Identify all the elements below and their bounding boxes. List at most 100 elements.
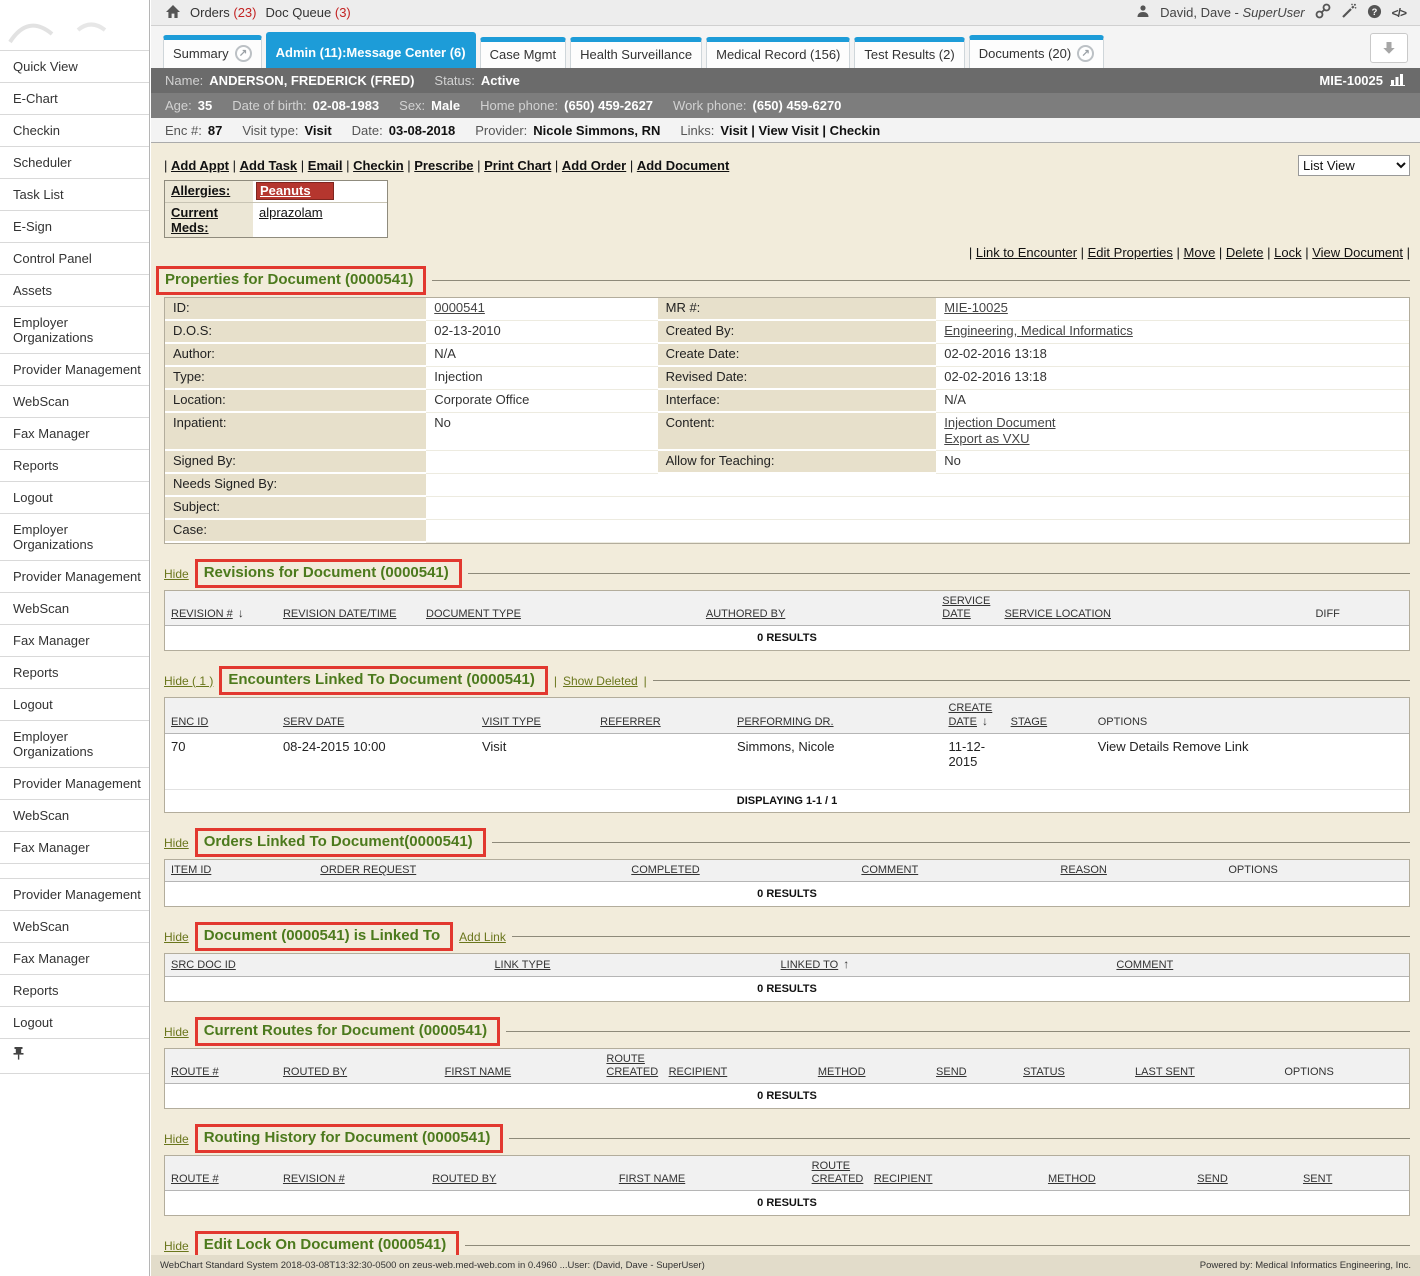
sidebar-item-e-chart[interactable]: E-Chart	[0, 83, 149, 115]
sort-link-send[interactable]: SEND	[1197, 1173, 1228, 1185]
sort-link-service-date[interactable]: SERVICE DATE	[942, 595, 990, 620]
doc-action-delete[interactable]: Delete	[1226, 245, 1264, 260]
encounters-show-deleted-link[interactable]: Show Deleted	[563, 674, 638, 688]
sort-link-serv-date[interactable]: SERV DATE	[283, 716, 344, 728]
action-add-task[interactable]: Add Task	[240, 158, 298, 173]
sort-link-comment[interactable]: COMMENT	[1116, 959, 1173, 971]
allergies-link[interactable]: Allergies:	[171, 183, 230, 198]
sidebar-pin-button[interactable]	[0, 1039, 149, 1074]
sort-link-stage[interactable]: STAGE	[1011, 716, 1047, 728]
sort-link-first-name[interactable]: FIRST NAME	[619, 1173, 685, 1185]
linkedto-hide-link[interactable]: Hide	[164, 930, 189, 944]
sidebar-item-provider-management[interactable]: Provider Management	[0, 879, 149, 911]
view-mode-select[interactable]: List View	[1298, 155, 1410, 176]
sort-desc-icon[interactable]: ↓	[238, 606, 244, 620]
doc-action-edit-properties[interactable]: Edit Properties	[1088, 245, 1173, 260]
property-link-mie-10025[interactable]: MIE-10025	[944, 300, 1008, 315]
sort-link-route-created[interactable]: ROUTE CREATED	[812, 1160, 864, 1185]
code-icon[interactable]: </>	[1392, 6, 1406, 20]
sort-link-completed[interactable]: COMPLETED	[631, 864, 699, 876]
sidebar-item-logout[interactable]: Logout	[0, 689, 149, 721]
sort-link-recipient[interactable]: RECIPIENT	[669, 1066, 728, 1078]
current-meds-link[interactable]: Current Meds:	[171, 205, 218, 235]
sort-link-visit-type[interactable]: VISIT TYPE	[482, 716, 541, 728]
sort-link-method[interactable]: METHOD	[1048, 1173, 1096, 1185]
sort-link-referrer[interactable]: REFERRER	[600, 716, 661, 728]
help-icon[interactable]: ?	[1367, 4, 1382, 22]
sort-link-route[interactable]: ROUTE #	[171, 1173, 219, 1185]
tab-medical-record-156[interactable]: Medical Record (156)	[706, 37, 850, 68]
history-hide-link[interactable]: Hide	[164, 1132, 189, 1146]
sidebar-item-reports[interactable]: Reports	[0, 657, 149, 689]
sort-link-authored-by[interactable]: AUTHORED BY	[706, 608, 785, 620]
sidebar-item-employer-organizations[interactable]: Employer Organizations	[0, 514, 149, 561]
sidebar-item-webscan[interactable]: WebScan	[0, 593, 149, 625]
orders-hide-link[interactable]: Hide	[164, 836, 189, 850]
sidebar-item-provider-management[interactable]: Provider Management	[0, 561, 149, 593]
sort-link-revision[interactable]: REVISION #	[283, 1173, 345, 1185]
sidebar-item-webscan[interactable]: WebScan	[0, 386, 149, 418]
sort-link-recipient[interactable]: RECIPIENT	[874, 1173, 933, 1185]
tab-documents-20[interactable]: Documents (20)↗	[969, 35, 1104, 68]
sidebar-item-reports[interactable]: Reports	[0, 975, 149, 1007]
action-checkin[interactable]: Checkin	[353, 158, 404, 173]
sort-link-routed-by[interactable]: ROUTED BY	[283, 1066, 347, 1078]
sidebar-item-provider-management[interactable]: Provider Management	[0, 354, 149, 386]
sidebar-item-quick-view[interactable]: Quick View	[0, 51, 149, 83]
sidebar-item-webscan[interactable]: WebScan	[0, 800, 149, 832]
sidebar-item-task-list[interactable]: Task List	[0, 179, 149, 211]
doc-action-move[interactable]: Move	[1184, 245, 1216, 260]
property-link-0000541[interactable]: 0000541	[434, 300, 485, 315]
sidebar-item-employer-organizations[interactable]: Employer Organizations	[0, 307, 149, 354]
popup-arrow-icon[interactable]: ↗	[235, 45, 252, 62]
editlock-hide-link[interactable]: Hide	[164, 1239, 189, 1253]
sort-link-service-location[interactable]: SERVICE LOCATION	[1004, 608, 1111, 620]
doc-queue-crumb[interactable]: Doc Queue (3)	[265, 5, 350, 20]
link-icon[interactable]	[1315, 3, 1331, 22]
sort-link-link-type[interactable]: LINK TYPE	[494, 959, 550, 971]
action-email[interactable]: Email	[308, 158, 343, 173]
sort-link-method[interactable]: METHOD	[818, 1066, 866, 1078]
sidebar-item-scheduler[interactable]: Scheduler	[0, 147, 149, 179]
property-link-injection-document[interactable]: Injection Document	[944, 415, 1055, 430]
action-print-chart[interactable]: Print Chart	[484, 158, 551, 173]
sidebar-item-employer-organizations[interactable]: Employer Organizations	[0, 721, 149, 768]
popup-arrow-icon[interactable]: ↗	[1077, 45, 1094, 62]
user-name[interactable]: David, Dave - SuperUser	[1160, 5, 1305, 20]
sidebar-item-fax-manager[interactable]: Fax Manager	[0, 943, 149, 975]
sort-link-status[interactable]: STATUS	[1023, 1066, 1065, 1078]
sort-link-performing-dr[interactable]: PERFORMING DR.	[737, 716, 834, 728]
orders-crumb[interactable]: Orders (23)	[190, 5, 256, 20]
encounters-hide-link[interactable]: Hide ( 1 )	[164, 674, 213, 688]
sidebar-item-fax-manager[interactable]: Fax Manager	[0, 418, 149, 450]
tab-health-surveillance[interactable]: Health Surveillance	[570, 37, 702, 68]
doc-action-view-document[interactable]: View Document	[1312, 245, 1403, 260]
tab-test-results-2[interactable]: Test Results (2)	[854, 37, 964, 68]
sidebar-item-logout[interactable]: Logout	[0, 1007, 149, 1039]
sort-desc-icon[interactable]: ↓	[982, 714, 988, 728]
property-link-export-as-vxu[interactable]: Export as VXU	[944, 431, 1029, 446]
tab-admin-11-message-center-6[interactable]: Admin (11):Message Center (6)	[266, 32, 476, 68]
sort-link-enc-id[interactable]: ENC ID	[171, 716, 208, 728]
revisions-hide-link[interactable]: Hide	[164, 567, 189, 581]
sort-link-routed-by[interactable]: ROUTED BY	[432, 1173, 496, 1185]
sort-asc-icon[interactable]: ↑	[843, 957, 849, 971]
action-add-order[interactable]: Add Order	[562, 158, 626, 173]
routes-hide-link[interactable]: Hide	[164, 1025, 189, 1039]
sidebar-item-control-panel[interactable]: Control Panel	[0, 243, 149, 275]
sort-link-first-name[interactable]: FIRST NAME	[445, 1066, 511, 1078]
sidebar-item-webscan[interactable]: WebScan	[0, 911, 149, 943]
sidebar-item-assets[interactable]: Assets	[0, 275, 149, 307]
sort-link-revision[interactable]: REVISION #	[171, 608, 233, 620]
sidebar-item-logout[interactable]: Logout	[0, 482, 149, 514]
sort-link-revision-date-time[interactable]: REVISION DATE/TIME	[283, 608, 396, 620]
sidebar-item-e-sign[interactable]: E-Sign	[0, 211, 149, 243]
encounter-link-checkin[interactable]: Checkin	[830, 123, 881, 138]
action-prescribe[interactable]: Prescribe	[414, 158, 473, 173]
tab-download-button[interactable]	[1370, 33, 1408, 63]
sort-link-route-created[interactable]: ROUTE CREATED	[606, 1053, 658, 1078]
med-alprazolam-link[interactable]: alprazolam	[259, 205, 323, 220]
encounter-link-visit[interactable]: Visit	[720, 123, 747, 138]
sort-link-src-doc-id[interactable]: SRC DOC ID	[171, 959, 236, 971]
sort-link-route[interactable]: ROUTE #	[171, 1066, 219, 1078]
